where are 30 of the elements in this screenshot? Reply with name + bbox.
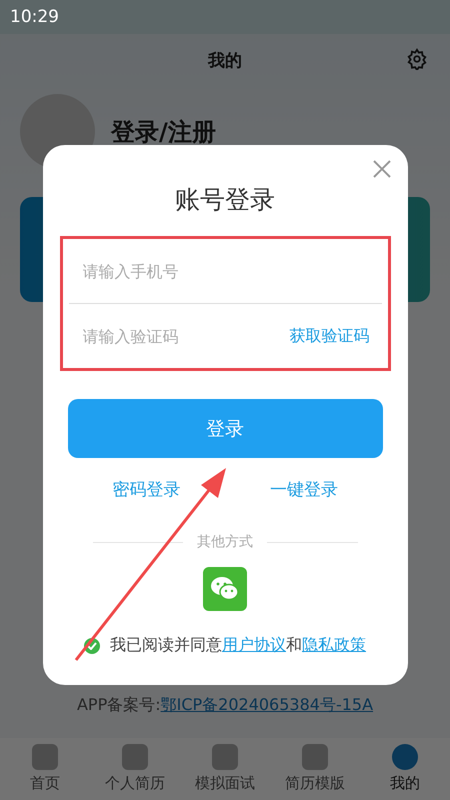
login-option-link[interactable]: 密码登录 [112, 478, 180, 501]
tab[interactable]: 个人简历 [90, 738, 180, 800]
dialog-title: 账号登录 [175, 184, 275, 216]
tab[interactable]: 简历模版 [270, 738, 360, 800]
phone-input[interactable]: 请输入手机号 [80, 260, 370, 282]
tab-icon [392, 744, 418, 770]
settings-icon[interactable] [406, 48, 428, 70]
user-agreement-link[interactable]: 用户协议 [222, 635, 286, 654]
icp-label: APP备案号: [76, 695, 161, 714]
tab[interactable]: 我的 [360, 738, 450, 800]
get-code-button[interactable]: 获取验证码 [290, 326, 370, 346]
login-register-link[interactable]: 登录/注册 [111, 116, 216, 148]
tab[interactable]: 首页 [0, 738, 90, 800]
tab-icon [212, 744, 238, 770]
login-option-link[interactable]: 一键登录 [270, 478, 338, 501]
chat-bubbles-icon [210, 576, 240, 602]
privacy-policy-link[interactable]: 隐私政策 [302, 635, 366, 654]
tab-icon [302, 744, 328, 770]
tab-icon [32, 744, 58, 770]
login-button[interactable]: 登录 [68, 399, 382, 458]
check-icon [87, 642, 97, 650]
wechat-login-button[interactable] [203, 567, 247, 611]
icp-link[interactable]: 鄂ICP备2024065384号-15A [160, 695, 374, 714]
status-time: 10:29 [10, 7, 59, 27]
tab-icon [122, 744, 148, 770]
other-methods-label: 其他方式 [197, 533, 253, 551]
page-title: 我的 [208, 50, 242, 72]
agreement-text: 我已阅读并同意用户协议和隐私政策 [110, 635, 366, 656]
code-input[interactable]: 请输入验证码 [80, 326, 290, 346]
tab[interactable]: 模拟面试 [180, 738, 270, 800]
